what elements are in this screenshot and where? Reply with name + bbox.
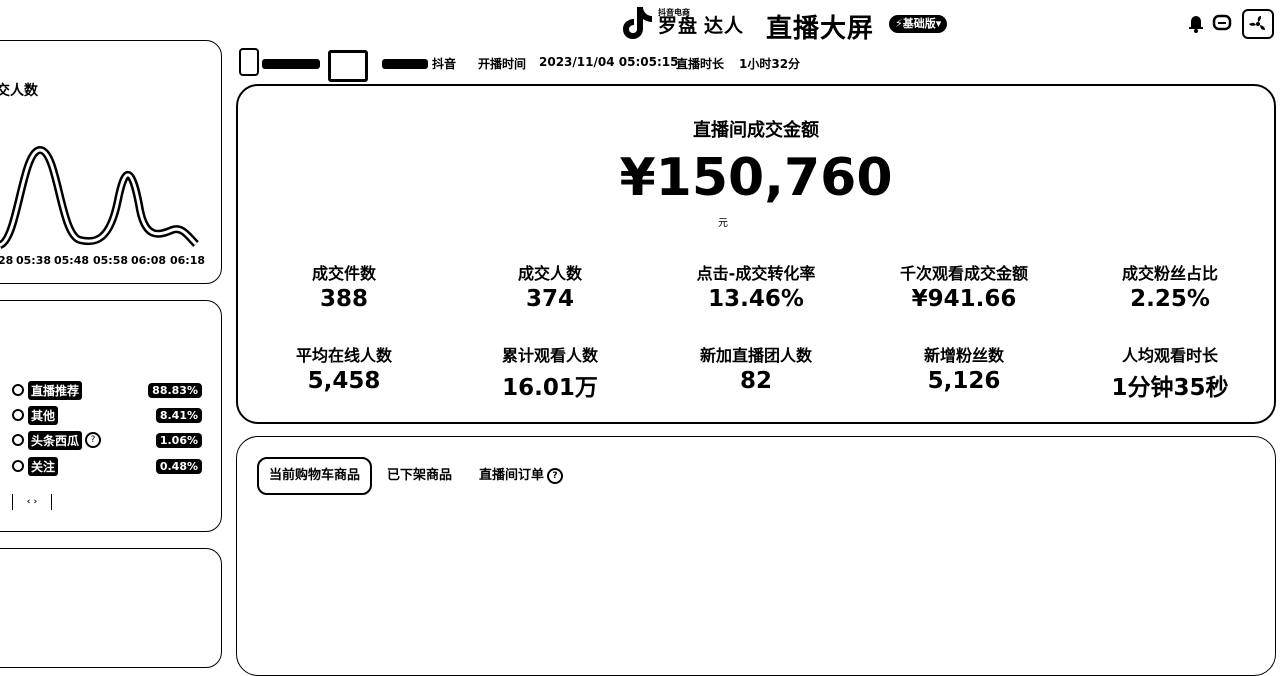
start-time-label: 开播时间 — [478, 57, 527, 71]
metric-label: 成交人数 — [517, 264, 582, 283]
metric-new-fans: 新增粉丝数 5,126 — [864, 342, 1064, 394]
metric-value: 1分钟35秒 — [1111, 375, 1229, 401]
x-tick-label: 06:18 — [170, 254, 206, 267]
metric-label: 成交件数 — [311, 264, 376, 283]
help-icon[interactable]: ? — [547, 468, 564, 484]
tiktok-icon — [623, 7, 652, 39]
metric-label: 累计观看人数 — [501, 346, 598, 365]
room-name-redacted — [328, 50, 368, 82]
metric-value: 5,458 — [307, 368, 381, 394]
live-info-bar: 抖音 开播时间 2023/11/04 05:05:15 直播时长 1小时32分 — [236, 48, 1280, 82]
metric-label: 新加直播团人数 — [699, 346, 812, 365]
notification-icon[interactable] — [1186, 12, 1206, 34]
gmv-title: 直播间成交金额 — [693, 120, 819, 141]
legend-dot — [12, 384, 24, 396]
tab-current-cart-products[interactable]: 当前购物车商品 — [257, 457, 373, 495]
edition-dropdown[interactable]: ⚡基础版▾ — [889, 15, 948, 33]
legend-dot — [12, 460, 24, 472]
metric-label: 成交粉丝占比 — [1121, 264, 1218, 283]
traffic-source-row: 关注 0.48% — [12, 456, 202, 476]
metric-value: ¥941.66 — [911, 286, 1017, 312]
streamer-name-redacted — [262, 59, 320, 69]
metric-label: 点击-成交转化率 — [696, 264, 816, 283]
legend-dot — [12, 409, 24, 421]
pagination-control[interactable]: ‹ › — [12, 494, 52, 510]
bottom-left-card — [0, 548, 222, 668]
duration-label: 直播时长 — [676, 57, 725, 71]
source-label: 直播推荐 — [28, 380, 83, 400]
gmv-value: ¥150,760 — [619, 148, 893, 208]
tab-live-orders[interactable]: 直播间订单 ? — [479, 461, 564, 491]
x-tick-label: 05:48 — [54, 254, 90, 267]
metric-fan-ratio: 成交粉丝占比 2.25% — [1070, 260, 1270, 312]
buyers-chart-title: 交人数 — [0, 83, 38, 99]
metric-value: 5,126 — [927, 368, 1001, 394]
source-label: 其他 — [28, 405, 59, 425]
x-tick-label: 06:08 — [131, 254, 167, 267]
streamer-avatar — [239, 48, 259, 76]
source-percent: 0.48% — [155, 458, 202, 474]
legend-dot — [12, 434, 24, 446]
metric-total-viewers: 累计观看人数 16.01万 — [450, 342, 650, 402]
traffic-source-row: 其他 8.41% — [12, 405, 202, 425]
metric-value: 13.46% — [708, 286, 804, 312]
gmv-unit-note: 元 — [718, 218, 728, 229]
x-tick-label: 05:38 — [16, 254, 52, 267]
x-tick-label: 05:58 — [93, 254, 129, 267]
metric-value: 2.25% — [1130, 286, 1210, 312]
metric-avg-watch-time: 人均观看时长 1分钟35秒 — [1070, 342, 1270, 402]
metric-label: 千次观看成交金额 — [899, 264, 1028, 283]
metric-avg-online: 平均在线人数 5,458 — [244, 342, 444, 394]
start-time-value: 2023/11/04 05:05:15 — [539, 55, 679, 69]
metric-label: 人均观看时长 — [1121, 346, 1218, 365]
source-percent: 88.83% — [148, 382, 202, 398]
source-label: 头条西瓜 — [28, 430, 83, 450]
metric-value: 82 — [739, 368, 772, 394]
metric-label: 新增粉丝数 — [923, 346, 1004, 365]
tab-removed-products[interactable]: 已下架商品 — [387, 461, 452, 491]
traffic-source-row: 头条西瓜 ? 1.06% — [12, 430, 202, 450]
metrics-panel: 直播间成交金额 ¥150,760 元 成交件数 388 成交人数 374 点击-… — [236, 84, 1276, 424]
source-percent: 1.06% — [155, 432, 202, 448]
metric-value: 388 — [319, 286, 368, 312]
duration-value: 1小时32分 — [739, 57, 801, 71]
brand-logo: 抖音电商 罗盘 达人 — [620, 4, 744, 40]
tab-live-orders-label: 直播间订单 — [479, 468, 545, 483]
help-icon[interactable]: ? — [85, 432, 102, 448]
platform-label: 抖音 — [432, 57, 457, 71]
room-id-redacted — [382, 59, 428, 69]
metric-buyers: 成交人数 374 — [450, 260, 650, 312]
source-percent: 8.41% — [155, 407, 202, 423]
metric-conversion-rate: 点击-成交转化率 13.46% — [656, 260, 856, 312]
x-tick-label: 28 — [0, 254, 14, 267]
buyers-trend-chart — [0, 145, 199, 249]
source-label: 关注 — [28, 456, 59, 476]
page-title: 直播大屏 — [766, 14, 875, 44]
metric-items-sold: 成交件数 388 — [244, 260, 444, 312]
metric-label: 平均在线人数 — [295, 346, 392, 365]
brand-name-talent: 达人 — [704, 14, 745, 37]
metric-new-group-members: 新加直播团人数 82 — [656, 342, 856, 394]
products-panel: 当前购物车商品 已下架商品 直播间订单 ? — [236, 436, 1276, 676]
message-icon[interactable] — [1212, 12, 1232, 34]
traffic-source-row: 直播推荐 88.83% — [12, 380, 202, 400]
brand-name-compass: 罗盘 — [658, 14, 699, 37]
metric-value: 374 — [525, 286, 574, 312]
fan-settings-icon[interactable] — [1242, 9, 1274, 39]
metric-value: 16.01万 — [502, 375, 598, 401]
metric-gpm: 千次观看成交金额 ¥941.66 — [864, 260, 1064, 312]
